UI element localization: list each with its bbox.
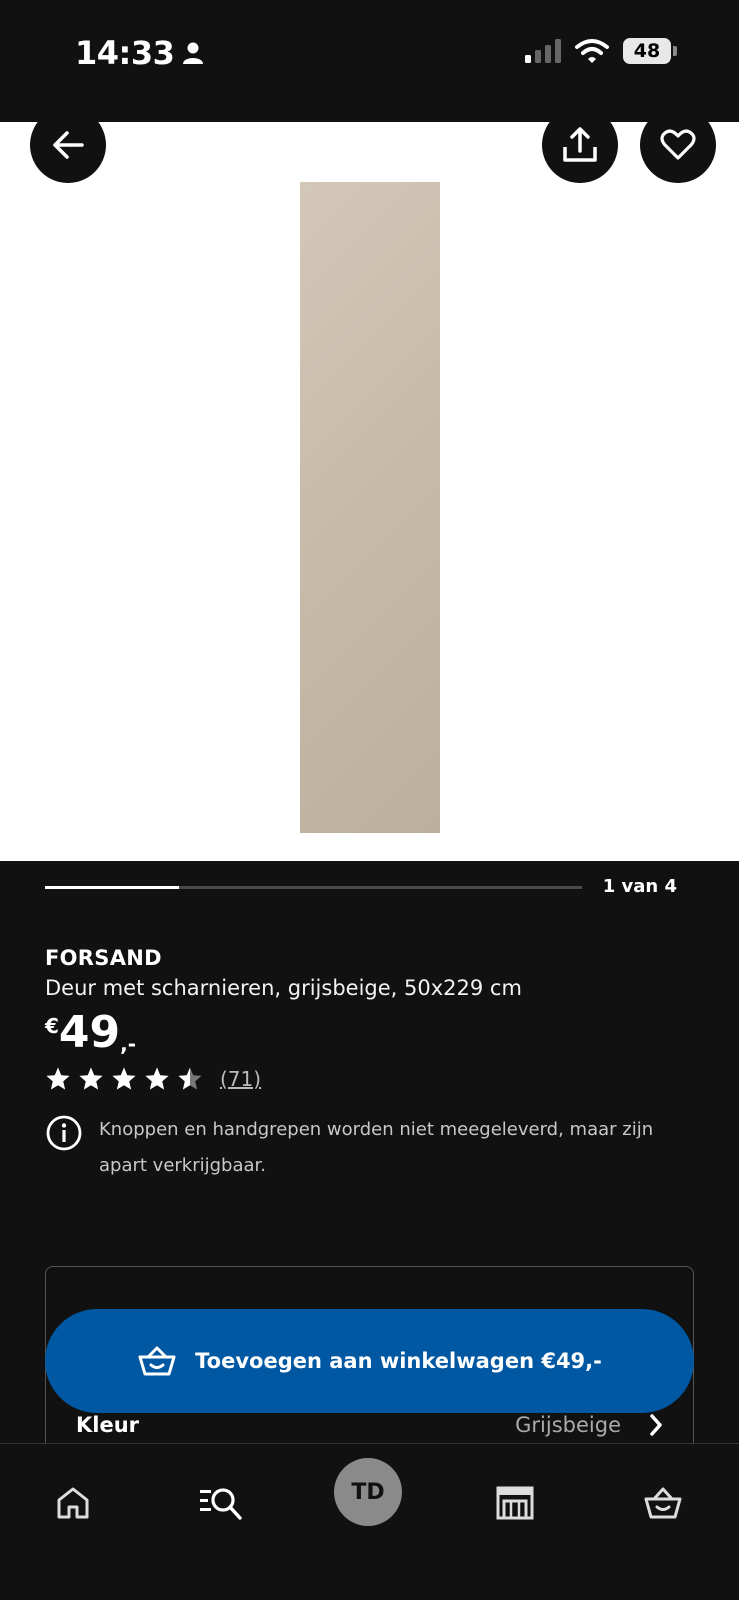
share-icon <box>563 127 597 162</box>
add-to-cart-label: Toevoegen aan winkelwagen €49,- <box>195 1349 602 1373</box>
store-icon <box>496 1486 534 1520</box>
star-icon <box>46 1067 70 1090</box>
product-price: € 49 ,- <box>45 1008 136 1058</box>
signal-icon <box>525 39 561 63</box>
status-indicators: 48 <box>525 38 677 64</box>
arrow-left-icon <box>53 131 84 159</box>
carousel-progress-track <box>45 886 582 889</box>
product-image-door <box>300 182 440 833</box>
option-label: Kleur <box>76 1413 140 1437</box>
star-icon <box>178 1067 202 1090</box>
product-rating[interactable]: (71) <box>45 1066 261 1092</box>
battery-tip <box>673 46 677 56</box>
wifi-icon <box>575 39 609 63</box>
product-notice: Knoppen en handgrepen worden niet meegel… <box>45 1112 695 1184</box>
product-brand: FORSAND <box>45 946 162 970</box>
nav-store[interactable] <box>480 1468 550 1538</box>
star-icon <box>145 1067 169 1090</box>
rating-stars <box>45 1066 203 1092</box>
nav-profile-avatar[interactable]: TD <box>334 1458 402 1526</box>
price-decimal: ,- <box>120 1032 137 1056</box>
add-to-cart-button[interactable]: Toevoegen aan winkelwagen €49,- <box>45 1309 694 1413</box>
star-icon <box>79 1067 103 1090</box>
bottom-navigation: TD <box>0 1443 739 1600</box>
nav-cart[interactable] <box>628 1468 698 1538</box>
option-color-row[interactable]: Kleur Grijsbeige <box>76 1413 663 1437</box>
status-time-wrap: 14:33 <box>75 34 204 72</box>
status-bar: 14:33 48 <box>0 0 739 122</box>
search-icon <box>200 1488 242 1520</box>
product-description: Deur met scharnieren, grijsbeige, 50x229… <box>45 976 522 1000</box>
star-icon <box>112 1067 136 1090</box>
chevron-right-icon <box>650 1414 662 1436</box>
option-value-wrap: Grijsbeige <box>515 1413 663 1437</box>
option-value: Grijsbeige <box>515 1413 621 1437</box>
price-integer: 49 <box>58 1007 121 1058</box>
back-button[interactable] <box>30 122 106 183</box>
profile-initials: TD <box>351 1479 385 1505</box>
info-icon <box>46 1115 82 1151</box>
favorite-button[interactable] <box>640 122 716 183</box>
basket-icon <box>138 1346 176 1376</box>
carousel-progress-fill <box>45 886 180 889</box>
heart-icon <box>660 129 696 160</box>
share-button[interactable] <box>542 122 618 183</box>
person-icon <box>183 42 204 64</box>
carousel-position: 1 van 4 <box>602 876 677 897</box>
battery-level: 48 <box>633 40 661 62</box>
product-image-area[interactable] <box>0 122 739 861</box>
nav-search[interactable] <box>186 1468 256 1538</box>
notice-text: Knoppen en handgrepen worden niet meegel… <box>99 1119 654 1176</box>
cart-icon <box>644 1487 682 1519</box>
nav-home[interactable] <box>38 1468 108 1538</box>
status-time: 14:33 <box>75 34 175 72</box>
review-count-link[interactable]: (71) <box>220 1067 261 1091</box>
battery-indicator: 48 <box>623 38 671 64</box>
home-icon <box>57 1487 89 1519</box>
price-currency: € <box>45 1014 59 1038</box>
